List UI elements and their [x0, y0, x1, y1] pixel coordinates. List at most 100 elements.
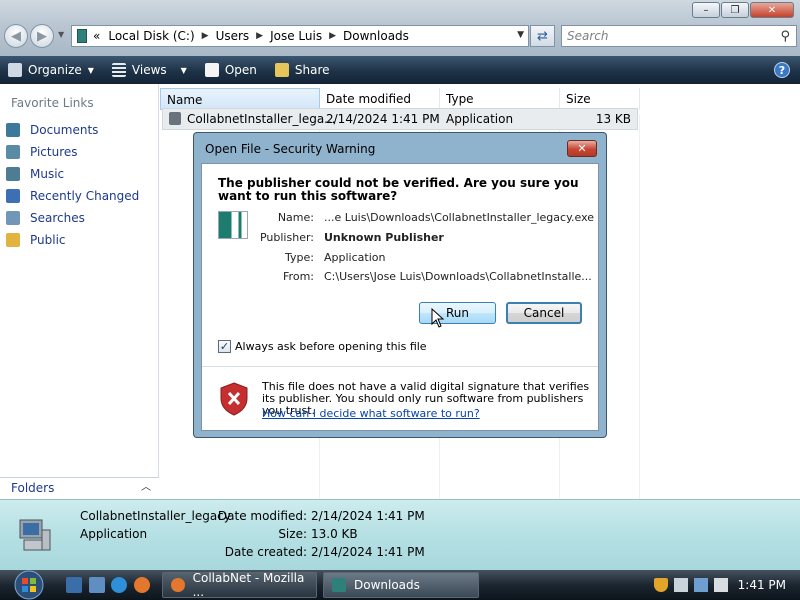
breadcrumb-separator-icon[interactable]: ▶: [202, 31, 209, 41]
sidebar-item-documents[interactable]: Documents: [6, 119, 139, 141]
forward-button[interactable]: ▶: [30, 24, 54, 48]
navigation-pane: Favorite Links Documents Pictures Music Rec…: [0, 84, 159, 499]
firefox-icon: [171, 578, 185, 592]
search-input[interactable]: Search ⚲: [561, 25, 797, 47]
mouse-pointer-icon: [431, 308, 445, 328]
search-icon[interactable]: ⚲: [780, 27, 790, 47]
details-date-modified: 2/14/2024 1:41 PM: [311, 509, 425, 523]
views-button[interactable]: Views ▼: [111, 63, 187, 77]
chevron-down-icon: ▼: [87, 65, 94, 75]
clock[interactable]: 1:41 PM: [738, 578, 786, 592]
breadcrumb-downloads[interactable]: Downloads: [343, 29, 409, 43]
security-warning-dialog: Open File - Security Warning ✕ The publi…: [193, 132, 607, 438]
details-file-type: Application: [80, 527, 148, 541]
always-ask-label: Always ask before opening this file: [235, 340, 427, 353]
warning-shield-icon: [220, 382, 248, 416]
details-size: 13.0 KB: [311, 527, 358, 541]
window-titlebar: – ❐ ✕ ◀ ▶ ▼ « Local Disk (C:) ▶ Users ▶ …: [0, 0, 800, 56]
cancel-button[interactable]: Cancel: [506, 302, 582, 324]
breadcrumb-jose-luis[interactable]: Jose Luis: [270, 29, 322, 43]
organize-icon: [8, 63, 22, 77]
folders-toggle[interactable]: Folders ︿: [0, 477, 159, 499]
breadcrumb-separator-icon[interactable]: ▶: [329, 31, 336, 41]
refresh-button[interactable]: ⇄: [530, 25, 555, 47]
open-label: Open: [224, 63, 257, 77]
recent-pages-dropdown[interactable]: ▼: [58, 30, 64, 39]
details-pane: CollabnetInstaller_legacy Application Da…: [0, 499, 800, 570]
printer-icon[interactable]: [674, 578, 688, 592]
column-type-label: Type: [446, 92, 474, 106]
column-header-date-modified[interactable]: Date modified: [320, 88, 440, 110]
address-bar[interactable]: « Local Disk (C:) ▶ Users ▶ Jose Luis ▶ …: [71, 25, 529, 47]
help-icon[interactable]: ?: [774, 62, 790, 78]
sidebar-item-music[interactable]: Music: [6, 163, 139, 185]
breadcrumb-users[interactable]: Users: [216, 29, 250, 43]
taskbar: CollabNet - Mozilla ... Downloads 1:41 P…: [0, 570, 800, 600]
open-button[interactable]: Open: [204, 63, 257, 77]
from-value: C:\Users\Jose Luis\Downloads\CollabnetIn…: [324, 270, 592, 283]
refresh-icon: ⇄: [537, 28, 548, 44]
pictures-icon: [6, 145, 20, 159]
back-button[interactable]: ◀: [4, 24, 28, 48]
dialog-body: The publisher could not be verified. Are…: [201, 163, 599, 431]
file-size: 13 KB: [595, 112, 631, 126]
taskbar-button-label: Downloads: [354, 578, 420, 592]
type-value: Application: [324, 251, 386, 264]
dialog-close-button[interactable]: ✕: [567, 140, 597, 157]
share-icon: [274, 63, 289, 77]
favorite-links-list: Documents Pictures Music Recently Changed Se…: [6, 119, 139, 251]
sidebar-item-recently-changed[interactable]: Recently Changed: [6, 185, 139, 207]
firefox-icon[interactable]: [134, 577, 150, 593]
file-name-value: ...e Luis\Downloads\CollabnetInstaller_l…: [324, 211, 595, 224]
maximize-button[interactable]: ❐: [721, 2, 749, 18]
security-shield-icon[interactable]: [654, 578, 668, 592]
breadcrumb-separator-icon[interactable]: ▶: [256, 31, 263, 41]
network-icon[interactable]: [694, 578, 708, 592]
always-ask-checkbox[interactable]: ✓ Always ask before opening this file: [218, 340, 427, 353]
volume-muted-icon[interactable]: [714, 578, 728, 592]
music-icon: [6, 167, 20, 181]
taskbar-button-firefox[interactable]: CollabNet - Mozilla ...: [162, 571, 317, 599]
dialog-title: Open File - Security Warning: [205, 142, 376, 156]
taskbar-button-downloads[interactable]: Downloads: [323, 572, 479, 598]
address-prefix: «: [93, 29, 101, 43]
details-size-label: Size:: [278, 527, 307, 541]
forward-arrow-icon: ▶: [37, 28, 47, 44]
address-dropdown-icon[interactable]: ▼: [517, 30, 524, 40]
name-label: Name:: [277, 211, 314, 224]
help-link[interactable]: How can I decide what software to run?: [262, 407, 480, 420]
sidebar-item-searches[interactable]: Searches: [6, 207, 139, 229]
documents-icon: [6, 123, 20, 137]
organize-button[interactable]: Organize ▼: [8, 63, 94, 77]
open-file-icon: [204, 63, 219, 77]
minimize-button[interactable]: –: [692, 2, 720, 18]
sidebar-item-label: Music: [30, 167, 65, 181]
favorite-links-heading: Favorite Links: [11, 96, 94, 110]
folder-icon: [332, 578, 346, 592]
views-label: Views: [131, 63, 167, 77]
show-desktop-icon[interactable]: [66, 577, 82, 593]
warning-section: This file does not have a valid digital …: [202, 366, 598, 430]
file-row[interactable]: CollabnetInstaller_lega... 2/14/2024 1:4…: [162, 108, 638, 130]
column-header-name[interactable]: Name: [160, 88, 320, 110]
column-header-type[interactable]: Type: [440, 88, 560, 110]
close-icon: ✕: [577, 142, 587, 155]
sidebar-item-public[interactable]: Public: [6, 229, 139, 251]
public-folder-icon: [6, 233, 20, 247]
searches-icon: [6, 211, 20, 225]
start-button[interactable]: [8, 570, 50, 600]
internet-explorer-icon[interactable]: [111, 577, 127, 593]
close-window-button[interactable]: ✕: [750, 2, 794, 18]
checkbox-checkmark-icon[interactable]: ✓: [218, 340, 231, 353]
sidebar-item-pictures[interactable]: Pictures: [6, 141, 139, 163]
share-button[interactable]: Share: [274, 63, 330, 77]
column-header-size[interactable]: Size: [560, 88, 640, 110]
window-controls: – ❐ ✕: [691, 2, 794, 18]
share-label: Share: [294, 63, 330, 77]
switch-windows-icon[interactable]: [89, 577, 105, 593]
details-date-created-label: Date created:: [224, 545, 307, 559]
search-placeholder: Search: [567, 29, 609, 43]
publisher-label: Publisher:: [259, 231, 314, 244]
breadcrumb-local-disk[interactable]: Local Disk (C:): [108, 29, 194, 43]
chevron-up-icon: ︿: [141, 482, 151, 493]
